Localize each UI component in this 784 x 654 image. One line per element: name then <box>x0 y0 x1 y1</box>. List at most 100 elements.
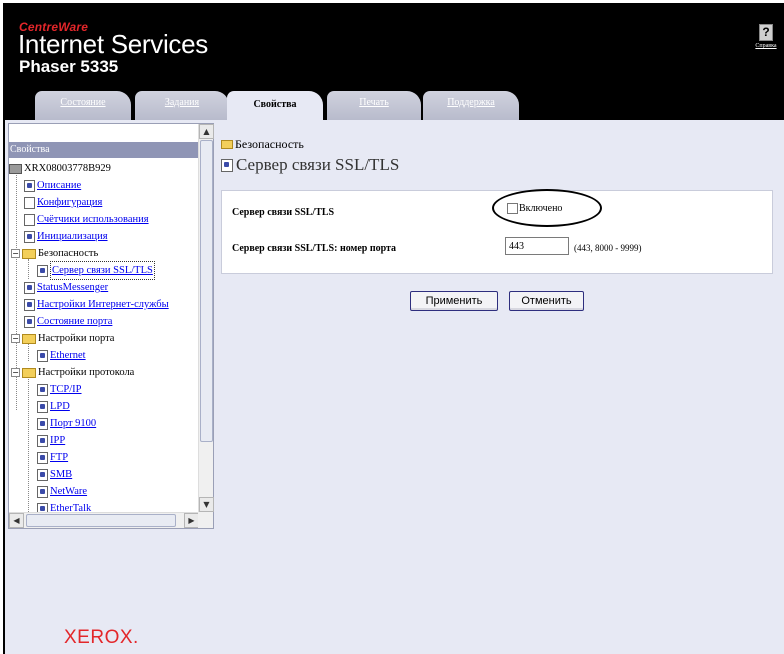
question-mark-icon[interactable]: ? <box>759 24 773 41</box>
tree-line <box>28 259 29 279</box>
scroll-left-icon[interactable]: ◀ <box>9 513 24 528</box>
collapse-icon[interactable]: − <box>11 334 20 343</box>
help-link[interactable]: ? Справка <box>754 23 778 49</box>
page-icon <box>37 502 48 512</box>
page-icon <box>37 434 48 447</box>
page-icon <box>24 315 35 328</box>
port-number-input[interactable] <box>505 237 569 255</box>
scroll-corner <box>198 512 213 528</box>
page-icon <box>24 213 35 226</box>
cancel-button[interactable]: Отменить <box>509 291 584 311</box>
nav-tree: Свойства XRX08003778B929 Описание Конфиг… <box>9 124 199 512</box>
nav-folder-port-settings[interactable]: − Настройки порта <box>11 330 114 347</box>
nav-link-ipp[interactable]: IPP <box>50 432 65 449</box>
collapse-icon[interactable]: − <box>11 249 20 258</box>
page-icon <box>37 264 48 277</box>
nav-link-initialization[interactable]: Инициализация <box>37 228 108 245</box>
nav-item-ethernet[interactable]: Ethernet <box>37 347 86 364</box>
ssl-server-label: Сервер связи SSL/TLS <box>232 207 335 218</box>
nav-link-description[interactable]: Описание <box>37 177 81 194</box>
nav-item-netware[interactable]: NetWare <box>37 483 87 500</box>
breadcrumb-label: Безопасность <box>235 137 304 151</box>
scroll-down-icon[interactable]: ▼ <box>199 497 214 512</box>
nav-link-port9100[interactable]: Порт 9100 <box>50 415 96 432</box>
page-icon <box>37 417 48 430</box>
enabled-checkbox[interactable] <box>507 203 518 214</box>
nav-item-smb[interactable]: SMB <box>37 466 72 483</box>
port-range-hint: (443, 8000 - 9999) <box>574 243 642 253</box>
nav-item-internet-services-settings[interactable]: Настройки Интернет-службы <box>24 296 169 313</box>
nav-link-ssl-tls[interactable]: Сервер связи SSL/TLS <box>50 261 155 280</box>
folder-open-icon <box>221 140 233 149</box>
tab-properties[interactable]: Свойства <box>227 91 323 121</box>
nav-link-configuration[interactable]: Конфигурация <box>37 194 102 211</box>
nav-link-ftp[interactable]: FTP <box>50 449 68 466</box>
brand-title: Internet Services <box>18 29 208 59</box>
tab-support[interactable]: Поддержка <box>423 91 519 120</box>
nav-link-netware[interactable]: NetWare <box>50 483 87 500</box>
nav-item-status-messenger[interactable]: StatusMessenger <box>24 279 108 296</box>
nav-item-lpd[interactable]: LPD <box>37 398 70 415</box>
nav-item-ipp[interactable]: IPP <box>37 432 65 449</box>
enabled-label[interactable]: Включено <box>519 203 562 214</box>
nav-folder-security[interactable]: − Безопасность <box>11 245 98 262</box>
breadcrumb: Безопасность <box>221 137 304 152</box>
port-number-label: Сервер связи SSL/TLS: номер порта <box>232 243 397 254</box>
page-icon <box>24 281 35 294</box>
nav-item-ethertalk[interactable]: EtherTalk <box>37 500 91 512</box>
apply-button[interactable]: Применить <box>410 291 498 311</box>
page-icon <box>37 383 48 396</box>
enabled-checkbox-group[interactable]: Включено <box>507 203 562 214</box>
tab-jobs[interactable]: Задания <box>135 91 229 120</box>
nav-item-port9100[interactable]: Порт 9100 <box>37 415 96 432</box>
settings-panel: Сервер связи SSL/TLS Включено Сервер свя… <box>221 189 773 274</box>
nav-item-usage-counters[interactable]: Счётчики использования <box>24 211 149 228</box>
folder-open-icon <box>22 248 36 259</box>
nav-item-configuration[interactable]: Конфигурация <box>24 194 102 211</box>
help-label[interactable]: Справка <box>754 43 778 49</box>
page-icon <box>24 196 35 209</box>
nav-link-ethertalk[interactable]: EtherTalk <box>50 500 91 512</box>
tree-root-device[interactable]: XRX08003778B929 <box>9 160 111 177</box>
collapse-icon[interactable]: − <box>11 368 20 377</box>
scroll-thumb[interactable] <box>200 140 213 442</box>
nav-link-internet-services-settings[interactable]: Настройки Интернет-службы <box>37 296 169 313</box>
nav-vertical-scrollbar[interactable]: ▲ ▼ <box>198 124 214 512</box>
page-icon <box>37 349 48 362</box>
tab-print[interactable]: Печать <box>327 91 421 120</box>
tab-status[interactable]: Состояние <box>35 91 131 120</box>
nav-label-port-settings[interactable]: Настройки порта <box>38 330 114 347</box>
nav-label-protocol-settings[interactable]: Настройки протокола <box>38 364 134 381</box>
nav-folder-protocol-settings[interactable]: − Настройки протокола <box>11 364 134 381</box>
scroll-up-icon[interactable]: ▲ <box>199 124 214 139</box>
page-icon <box>37 451 48 464</box>
nav-item-tcpip[interactable]: TCP/IP <box>37 381 82 398</box>
nav-item-ftp[interactable]: FTP <box>37 449 68 466</box>
nav-item-ssl-tls[interactable]: Сервер связи SSL/TLS <box>37 261 155 280</box>
nav-title: Свойства <box>9 142 199 158</box>
nav-link-smb[interactable]: SMB <box>50 466 72 483</box>
nav-item-description[interactable]: Описание <box>24 177 81 194</box>
nav-label-security[interactable]: Безопасность <box>38 245 98 262</box>
nav-link-ethernet[interactable]: Ethernet <box>50 347 86 364</box>
nav-horizontal-scrollbar[interactable]: ◀ ▶ <box>9 512 199 528</box>
device-name: XRX08003778B929 <box>24 163 111 174</box>
nav-tree-panel: Свойства XRX08003778B929 Описание Конфиг… <box>8 123 214 529</box>
scroll-right-icon[interactable]: ▶ <box>184 513 199 528</box>
nav-link-status-messenger[interactable]: StatusMessenger <box>37 279 108 296</box>
page-icon <box>37 485 48 498</box>
nav-link-usage-counters[interactable]: Счётчики использования <box>37 211 149 228</box>
tree-line <box>28 376 29 512</box>
folder-open-icon <box>22 333 36 344</box>
page-icon <box>37 400 48 413</box>
scroll-thumb[interactable] <box>26 514 176 527</box>
nav-link-port-status[interactable]: Состояние порта <box>37 313 112 330</box>
nav-item-port-status[interactable]: Состояние порта <box>24 313 112 330</box>
nav-link-lpd[interactable]: LPD <box>50 398 70 415</box>
page-title-text: Сервер связи SSL/TLS <box>236 155 400 174</box>
nav-link-tcpip[interactable]: TCP/IP <box>50 381 82 398</box>
nav-item-initialization[interactable]: Инициализация <box>24 228 108 245</box>
page-title: Сервер связи SSL/TLS <box>221 155 399 175</box>
printer-model: Phaser 5335 <box>19 57 119 76</box>
header-bar: CentreWare Internet Services Phaser 5335… <box>5 5 784 121</box>
